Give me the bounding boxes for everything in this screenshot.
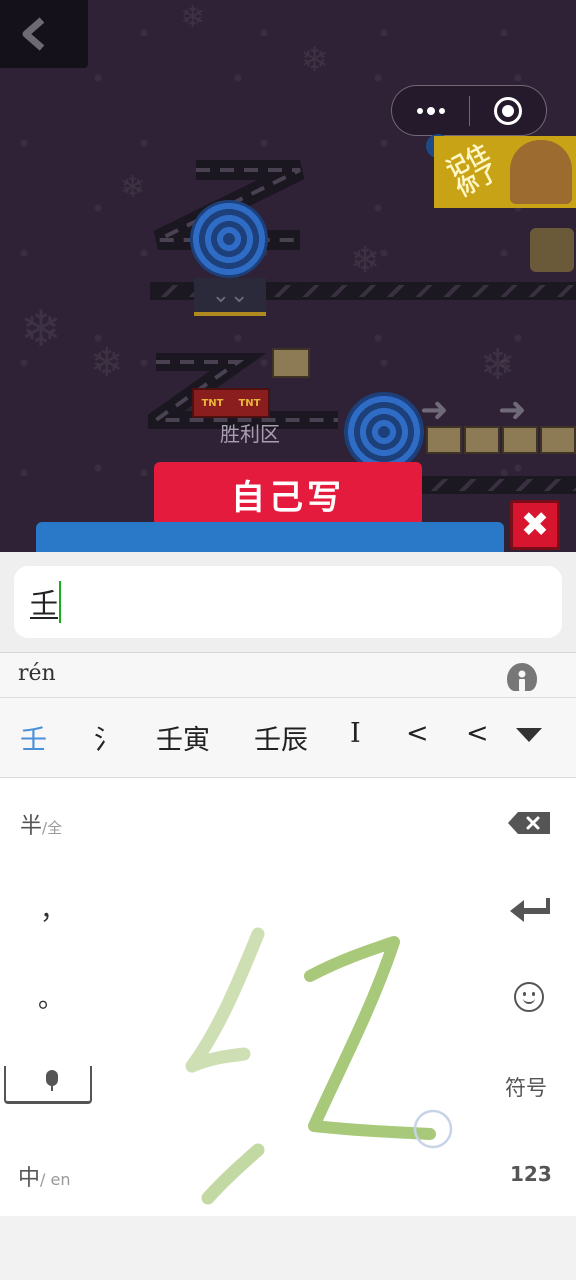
more-button[interactable] <box>392 86 469 135</box>
pinyin-bar: rén <box>0 652 576 698</box>
text-caret <box>59 581 62 623</box>
spiral-portal <box>190 200 268 278</box>
numbers-key[interactable]: 123 <box>510 1162 552 1186</box>
wooden-crate <box>540 426 576 454</box>
spiral-portal <box>344 392 424 472</box>
close-miniprogram-button[interactable] <box>470 96 546 125</box>
handwriting-strokes <box>185 927 453 1205</box>
wooden-crate <box>464 426 500 454</box>
snowflake-decoration: ❄ <box>350 240 381 281</box>
close-icon[interactable]: ✖ <box>510 500 560 550</box>
arrow-right-icon: ➜ <box>420 390 449 430</box>
tnt-crate: TNT TNT <box>192 388 270 418</box>
chevron-left-icon <box>22 17 45 51</box>
snowflake-decoration: ❄ <box>120 170 146 205</box>
expand-candidates-icon[interactable] <box>516 728 542 742</box>
input-area: 壬 <box>0 552 576 652</box>
ad-text: 记住你了 <box>442 140 504 203</box>
chinese-english-toggle[interactable]: 中/ en <box>18 1160 70 1192</box>
wooden-crate <box>502 426 538 454</box>
snowflake-decoration: ❄ <box>90 340 124 386</box>
candidate-item[interactable]: 壬 <box>20 718 47 757</box>
snowflake-decoration: ❄ <box>300 40 329 80</box>
ad-character-image <box>510 140 572 204</box>
write-yourself-label: 自己写 <box>231 477 345 518</box>
candidate-item[interactable]: I <box>350 718 361 749</box>
snowflake-decoration: ❄ <box>180 0 206 35</box>
period-key[interactable]: 。 <box>38 978 64 1015</box>
wooden-sign <box>272 348 310 378</box>
answer-panel-top <box>36 522 504 552</box>
chevron-down-icon: ⌄⌄ <box>211 282 249 308</box>
comma-key[interactable]: ， <box>40 890 66 927</box>
candidate-item[interactable]: < <box>466 718 489 749</box>
more-dots-icon <box>416 107 423 114</box>
miniprogram-capsule <box>391 85 547 136</box>
arrow-right-icon: ➜ <box>498 390 527 430</box>
victory-zone-label: 胜利区 <box>220 422 280 446</box>
microphone-icon <box>46 1070 58 1086</box>
target-circle-icon <box>494 96 522 125</box>
symbols-key[interactable]: 符号 <box>505 1072 547 1102</box>
ime-logo-icon[interactable] <box>505 661 539 693</box>
candidate-item[interactable]: < <box>406 718 429 749</box>
ad-banner[interactable]: 记住你了 <box>434 136 576 208</box>
answer-input[interactable]: 壬 <box>14 566 562 638</box>
candidate-item[interactable]: 氵 <box>94 718 121 757</box>
candidate-item[interactable]: 壬寅 <box>156 718 210 757</box>
handwriting-keyboard[interactable]: 半/全 ， 。 中/ en 符号 123 <box>0 778 576 1216</box>
snowflake-decoration: ❄ <box>20 300 62 358</box>
snowflake-decoration: ❄ <box>480 340 516 389</box>
down-arrow-pad: ⌄⌄ <box>194 278 266 316</box>
pinyin-text: rén <box>18 661 56 686</box>
enter-icon[interactable] <box>510 898 550 924</box>
write-yourself-button[interactable]: 自己写 <box>154 462 422 542</box>
ad-thumbnail[interactable] <box>530 228 574 272</box>
hazard-beam <box>420 476 576 494</box>
input-value: 壬 <box>30 587 59 620</box>
backspace-icon[interactable] <box>508 812 550 834</box>
game-canvas[interactable]: ❄ ❄ ❄ ❄ ❄ ❄ ❄ 记住你了 ⌄⌄ TNT TNT 胜利区 ➜ ➜ 自己… <box>0 0 576 552</box>
wooden-crate <box>426 426 462 454</box>
emoji-icon[interactable] <box>514 982 544 1012</box>
candidate-bar: 壬 氵 壬寅 壬辰 I < < <box>0 698 576 778</box>
back-button[interactable] <box>0 0 88 68</box>
candidate-item[interactable]: 壬辰 <box>254 718 308 757</box>
bottom-safe-area <box>0 1216 576 1280</box>
voice-input-button[interactable] <box>4 1066 92 1104</box>
half-full-toggle[interactable]: 半/全 <box>20 808 62 840</box>
